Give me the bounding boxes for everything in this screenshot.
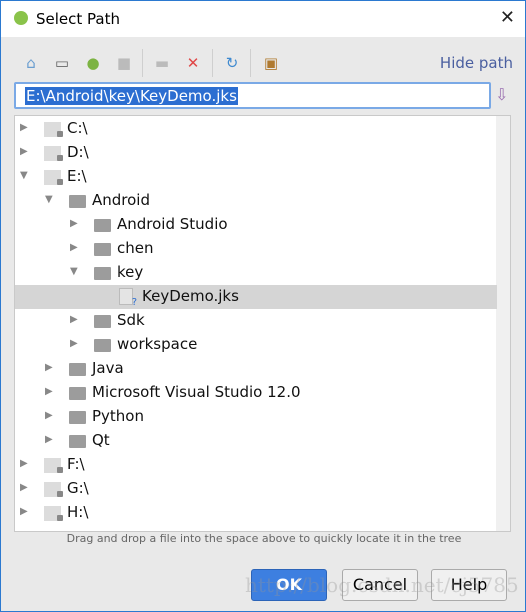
tree-item[interactable]: ▶ chen xyxy=(15,237,497,261)
toolbar-divider xyxy=(250,49,251,77)
drive-icon xyxy=(44,170,63,185)
tree-item[interactable]: ▶ H:\ xyxy=(15,501,497,525)
help-button[interactable]: Help xyxy=(431,569,507,601)
expand-arrow-icon[interactable]: ▼ xyxy=(45,194,53,205)
tree-item[interactable]: ▼ E:\ xyxy=(15,165,497,189)
title-bar: Select Path ✕ xyxy=(1,1,525,37)
tree-item[interactable]: ▶ Sdk xyxy=(15,309,497,333)
folder-icon xyxy=(69,195,86,208)
tree-item[interactable]: ▼ Android xyxy=(15,189,497,213)
tree-item-label: F:\ xyxy=(67,455,85,473)
locate-path-icon[interactable]: ⇩ xyxy=(495,85,513,107)
ok-button[interactable]: OK xyxy=(251,569,327,601)
home-icon[interactable]: ⌂ xyxy=(21,53,41,73)
folder-icon xyxy=(94,243,111,256)
tree-item[interactable]: ▶ Java xyxy=(15,357,497,381)
collapse-arrow-icon[interactable]: ▶ xyxy=(45,386,53,397)
drive-icon xyxy=(44,122,63,137)
drag-drop-hint: Drag and drop a file into the space abov… xyxy=(66,532,462,545)
folder-icon xyxy=(69,387,86,400)
tree-item[interactable]: ▼ key xyxy=(15,261,497,285)
folder-icon xyxy=(94,267,111,280)
tree-item[interactable]: ▶ Microsoft Visual Studio 12.0 xyxy=(15,381,497,405)
collapse-arrow-icon[interactable]: ▶ xyxy=(20,122,28,133)
collapse-arrow-icon[interactable]: ▶ xyxy=(70,218,78,229)
collapse-arrow-icon[interactable]: ▶ xyxy=(20,146,28,157)
tree-item-label: C:\ xyxy=(67,119,88,137)
module-icon[interactable]: ■ xyxy=(114,53,134,73)
folder-icon xyxy=(94,315,111,328)
drive-icon xyxy=(44,146,63,161)
hide-path-link[interactable]: Hide path xyxy=(440,54,513,72)
tree-item-label: G:\ xyxy=(67,479,89,497)
tree-item-label: Android xyxy=(92,191,150,209)
folder-icon xyxy=(94,219,111,232)
folder-icon xyxy=(94,339,111,352)
tree-item[interactable]: ▶ G:\ xyxy=(15,477,497,501)
close-icon[interactable]: ✕ xyxy=(500,7,515,28)
tree-item-label: Android Studio xyxy=(117,215,228,233)
toolbar-divider xyxy=(142,49,143,77)
collapse-arrow-icon[interactable]: ▶ xyxy=(70,314,78,325)
select-path-dialog: Select Path ✕ ⌂ ▭ ● ■ ▬ ✕ ↻ ▣ Hide path … xyxy=(0,0,526,612)
collapse-arrow-icon[interactable]: ▶ xyxy=(20,458,28,469)
desktop-icon[interactable]: ▭ xyxy=(52,53,72,73)
tree-item-label: H:\ xyxy=(67,503,89,521)
collapse-arrow-icon[interactable]: ▶ xyxy=(45,410,53,421)
tree-item-label: E:\ xyxy=(67,167,87,185)
collapse-arrow-icon[interactable]: ▶ xyxy=(70,242,78,253)
tree-item-label: D:\ xyxy=(67,143,89,161)
tree-item-label: chen xyxy=(117,239,154,257)
collapse-arrow-icon[interactable]: ▶ xyxy=(45,362,53,373)
tree-item-label: Sdk xyxy=(117,311,145,329)
collapse-arrow-icon[interactable]: ▶ xyxy=(70,338,78,349)
folder-icon xyxy=(69,411,86,424)
drive-icon xyxy=(44,506,63,521)
dialog-title: Select Path xyxy=(36,10,120,28)
tree-item[interactable]: ▶ Android Studio xyxy=(15,213,497,237)
tree-item-label: workspace xyxy=(117,335,198,353)
refresh-icon[interactable]: ↻ xyxy=(222,53,242,73)
tree-item[interactable]: ▶ F:\ xyxy=(15,453,497,477)
expand-arrow-icon[interactable]: ▼ xyxy=(70,266,78,277)
tree-item[interactable]: KeyDemo.jks xyxy=(15,285,497,309)
tree-item-label: Python xyxy=(92,407,144,425)
folder-icon xyxy=(69,363,86,376)
drive-icon xyxy=(44,458,63,473)
tree-item-label: Microsoft Visual Studio 12.0 xyxy=(92,383,301,401)
tree-item-label: Java xyxy=(92,359,124,377)
tree-item[interactable]: ▶ C:\ xyxy=(15,117,497,141)
drive-icon xyxy=(44,482,63,497)
file-tree[interactable]: ▶ C:\ ▶ D:\ ▼ E:\ ▼ Android ▶ Android Studio ▶ chen… xyxy=(14,115,511,532)
toolbar-divider xyxy=(212,49,213,77)
new-folder-icon[interactable]: ▬ xyxy=(152,53,172,73)
android-project-icon[interactable]: ● xyxy=(83,53,103,73)
folder-icon xyxy=(69,435,86,448)
android-studio-icon xyxy=(14,11,28,25)
tree-scrollbar[interactable] xyxy=(496,116,510,531)
collapse-arrow-icon[interactable]: ▶ xyxy=(45,434,53,445)
collapse-arrow-icon[interactable]: ▶ xyxy=(20,506,28,517)
expand-arrow-icon[interactable]: ▼ xyxy=(20,170,28,181)
tree-item[interactable]: ▶ workspace xyxy=(15,333,497,357)
tree-item[interactable]: ▶ Python xyxy=(15,405,497,429)
tree-item-label: key xyxy=(117,263,144,281)
cancel-button[interactable]: Cancel xyxy=(342,569,418,601)
tree-item-label: KeyDemo.jks xyxy=(142,287,239,305)
tree-item-label: Qt xyxy=(92,431,110,449)
path-value: E:\Android\key\KeyDemo.jks xyxy=(25,87,238,105)
file-icon xyxy=(119,288,137,308)
collapse-arrow-icon[interactable]: ▶ xyxy=(20,482,28,493)
show-hidden-icon[interactable]: ▣ xyxy=(261,53,281,73)
tree-item[interactable]: ▶ D:\ xyxy=(15,141,497,165)
tree-item[interactable]: ▶ Qt xyxy=(15,429,497,453)
path-input[interactable]: E:\Android\key\KeyDemo.jks xyxy=(14,82,491,109)
delete-icon[interactable]: ✕ xyxy=(183,53,203,73)
